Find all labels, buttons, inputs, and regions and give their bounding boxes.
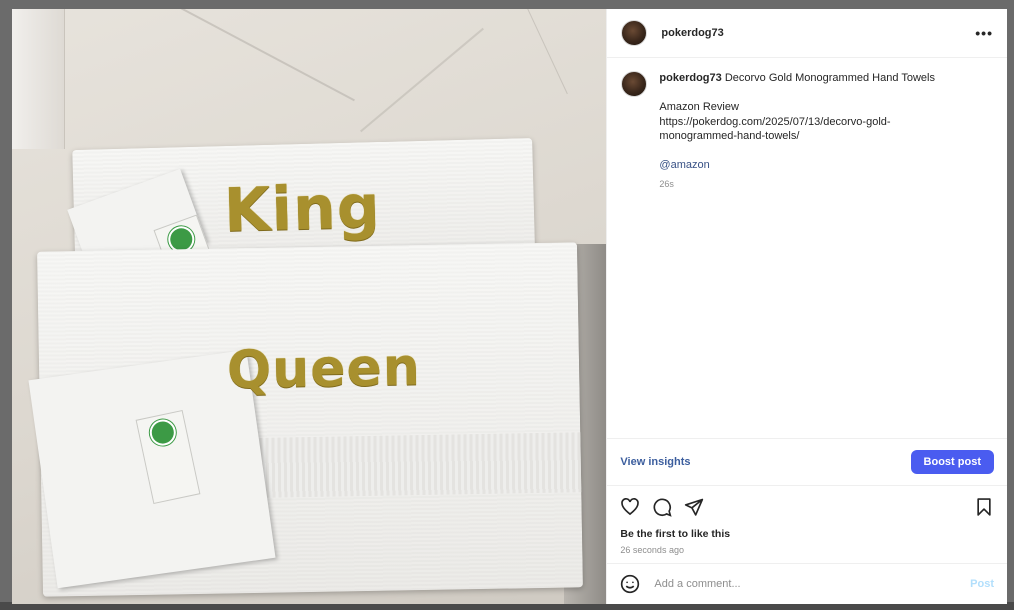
insights-row: View insights Boost post <box>607 438 1007 485</box>
header-username[interactable]: pokerdog73 <box>661 27 723 39</box>
caption-review-label: Amazon Review <box>659 101 739 113</box>
likes-text: Be the first to like this <box>620 528 731 540</box>
monogram-queen: Queen <box>226 337 422 401</box>
emoji-icon[interactable] <box>620 574 640 594</box>
comment-row: Post <box>607 563 1007 604</box>
post-header: pokerdog73 ••• <box>607 9 1007 58</box>
caption-username[interactable]: pokerdog73 <box>659 72 721 84</box>
caption-title: Decorvo Gold Monogrammed Hand Towels <box>724 72 935 84</box>
post-photo[interactable]: King Queen <box>12 9 607 604</box>
post-side-panel: pokerdog73 ••• pokerdog73 Decorvo Gold M… <box>606 9 1007 604</box>
wall-corner <box>12 9 65 149</box>
action-bar: Be the first to like this 26 seconds ago <box>607 485 1007 563</box>
action-icons <box>620 496 994 518</box>
caption-url-line-2: monogrammed-hand-towels/ <box>659 130 800 142</box>
monogram-king: King <box>223 171 382 247</box>
share-icon[interactable] <box>684 497 704 517</box>
heart-icon[interactable] <box>620 497 640 517</box>
caption-url-line-1: https://pokerdog.com/2025/07/13/decorvo-… <box>659 115 891 128</box>
caption-mention-link[interactable]: @amazon <box>659 158 935 173</box>
bookmark-icon[interactable] <box>974 497 994 517</box>
view-insights-link[interactable]: View insights <box>620 456 690 468</box>
comment-input[interactable] <box>652 577 971 591</box>
avatar[interactable] <box>621 71 648 97</box>
caption-block: pokerdog73 Decorvo Gold Monogrammed Hand… <box>607 58 1007 438</box>
comment-icon[interactable] <box>652 497 672 517</box>
caption-text: pokerdog73 Decorvo Gold Monogrammed Hand… <box>659 71 935 425</box>
post-comment-button[interactable]: Post <box>970 578 994 590</box>
tag-logo-icon <box>147 417 179 448</box>
caption-first-line: pokerdog73 Decorvo Gold Monogrammed Hand… <box>659 71 935 86</box>
marble-vein <box>89 9 355 102</box>
caption-timestamp: 26s <box>659 178 674 189</box>
more-options-icon[interactable]: ••• <box>975 25 993 41</box>
post-modal: King Queen pokerdog73 ••• pokerdog73 Dec… <box>12 9 1007 604</box>
marble-vein <box>360 27 484 133</box>
marble-vein <box>516 9 568 95</box>
post-time-ago: 26 seconds ago <box>620 545 684 555</box>
avatar[interactable] <box>621 20 648 46</box>
boost-post-button[interactable]: Boost post <box>910 450 994 474</box>
